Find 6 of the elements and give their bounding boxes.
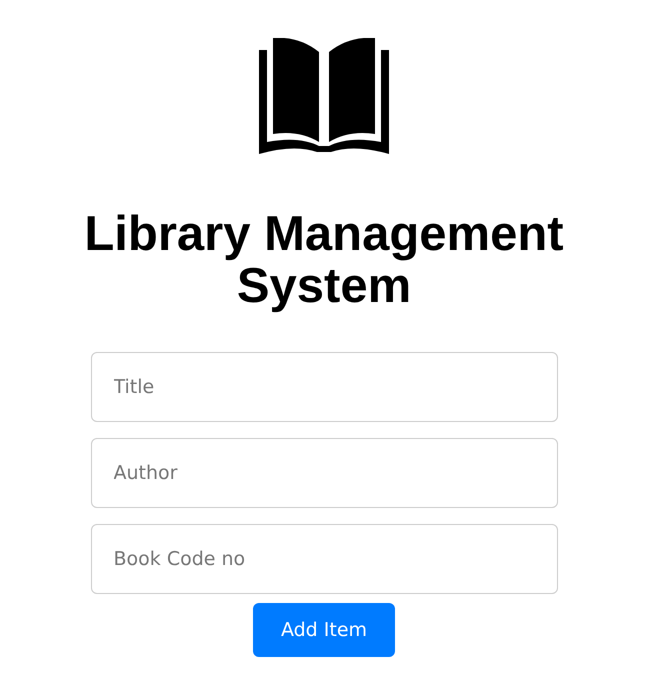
page-title: Library Management System [84, 208, 564, 312]
input-field[interactable]: Book Code no [90, 524, 558, 594]
open-book-icon [259, 38, 389, 154]
input-field[interactable]: Author [90, 438, 558, 508]
input-field[interactable]: Title [90, 352, 558, 422]
add-item-button[interactable]: Add Item [253, 603, 395, 657]
